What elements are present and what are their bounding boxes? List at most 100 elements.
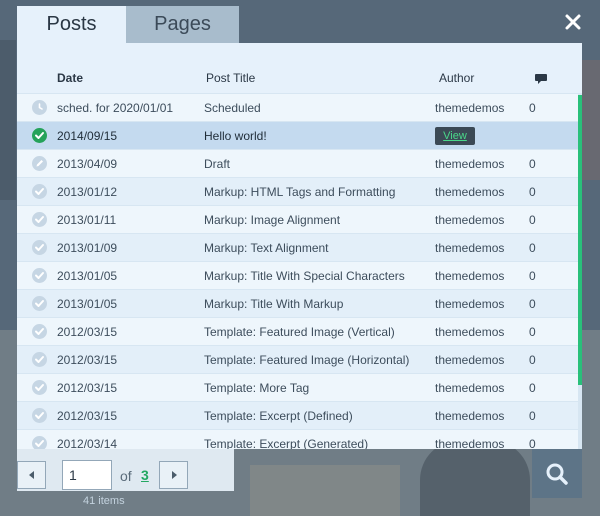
items-count: 41 items [83,495,125,507]
row-date: 2013/01/05 [57,297,118,311]
table-row[interactable]: 2012/03/15 Template: Excerpt (Defined) the… [17,401,578,429]
row-title: Draft [204,157,231,171]
row-date: 2014/09/15 [57,129,118,143]
row-title: Markup: Text Alignment [204,241,329,255]
check-icon [32,296,47,311]
row-title: Markup: HTML Tags and Formatting [204,185,396,199]
table-row[interactable]: 2013/01/05 Markup: Title With Special Cha… [17,261,578,289]
row-date: 2012/03/15 [57,325,118,339]
table-row[interactable]: 2013/04/09 Draft themedemos 0 [17,149,578,177]
row-comment-count: 0 [529,213,536,227]
row-author: themedemos [435,325,505,339]
check-icon [32,240,47,255]
table-row[interactable]: 2014/09/15 Hello world! View [17,121,578,149]
table-row[interactable]: 2013/01/05 Markup: Title With Markup theme… [17,289,578,317]
check-icon [32,324,47,339]
search-button[interactable] [532,449,582,498]
row-date: 2013/01/11 [57,213,117,227]
table-row[interactable]: 2012/03/15 Template: Featured Image (Hori… [17,345,578,373]
row-title: Template: Excerpt (Generated) [204,437,369,449]
posts-panel: Date Post Title Author sched. for 2020/0… [17,43,582,449]
row-comment-count: 0 [529,157,536,171]
table-row[interactable]: 2013/01/09 Markup: Text Alignment themedem… [17,233,578,261]
row-title: Template: Excerpt (Defined) [204,409,353,423]
pagination-bar: 1 of 3 [17,449,234,491]
row-comment-count: 0 [529,437,536,449]
row-author: themedemos [435,381,505,395]
table-row[interactable]: 2012/03/15 Template: More Tag themedemos 0 [17,373,578,401]
tab-posts-label: Posts [46,13,97,35]
speech-bubble-icon[interactable] [534,72,548,89]
column-header-author[interactable]: Author [439,71,474,85]
table-row[interactable]: 2013/01/11 Markup: Image Alignment themede… [17,205,578,233]
view-button[interactable]: View [435,127,475,145]
row-date: 2013/04/09 [57,157,118,171]
row-author: themedemos [435,185,505,199]
posts-table-body: sched. for 2020/01/01 Scheduled themedemos… [17,93,578,449]
row-title: Scheduled [204,101,261,115]
table-row[interactable]: 2012/03/15 Template: Featured Image (Vert… [17,317,578,345]
tab-bar: Posts Pages [17,6,239,43]
check-icon [32,436,47,449]
row-title: Template: Featured Image (Vertical) [204,325,395,339]
column-header-date[interactable]: Date [57,71,83,85]
pencil-icon [32,156,47,171]
row-comment-count: 0 [529,101,536,115]
row-author: themedemos [435,269,505,283]
tab-posts[interactable]: Posts [17,6,126,43]
row-comment-count: 0 [529,353,536,367]
row-title: Markup: Title With Special Characters [204,269,405,283]
row-title: Hello world! [204,129,267,143]
page-number-input[interactable]: 1 [62,460,112,490]
row-author: themedemos [435,157,505,171]
check-icon [32,352,47,367]
check-icon [32,380,47,395]
row-comment-count: 0 [529,381,536,395]
row-comment-count: 0 [529,269,536,283]
row-comment-count: 0 [529,325,536,339]
row-title: Template: More Tag [204,381,310,395]
row-comment-count: 0 [529,241,536,255]
table-row[interactable]: sched. for 2020/01/01 Scheduled themedemos… [17,93,578,121]
row-author: themedemos [435,409,505,423]
table-row[interactable]: 2013/01/12 Markup: HTML Tags and Formatti… [17,177,578,205]
column-header-title[interactable]: Post Title [206,71,255,85]
search-icon [546,463,568,485]
row-title: Markup: Title With Markup [204,297,344,311]
clock-icon [32,100,47,115]
row-title: Template: Featured Image (Horizontal) [204,353,410,367]
check-icon [32,408,47,423]
total-pages-link[interactable]: 3 [141,467,149,483]
check-icon [32,128,47,143]
table-header: Date Post Title Author [17,43,582,93]
row-comment-count: 0 [529,297,536,311]
row-date: 2012/03/14 [57,437,118,449]
row-date: 2012/03/15 [57,409,118,423]
row-date: 2012/03/15 [57,381,118,395]
caret-left-icon [28,471,34,479]
check-icon [32,212,47,227]
tab-pages-label: Pages [154,13,211,35]
row-author: themedemos [435,213,505,227]
row-date: 2013/01/05 [57,269,118,283]
row-title: Markup: Image Alignment [204,213,341,227]
row-date: sched. for 2020/01/01 [57,101,174,115]
row-author: themedemos [435,437,505,449]
row-author: themedemos [435,353,505,367]
row-date: 2013/01/09 [57,241,118,255]
table-row[interactable]: 2012/03/14 Template: Excerpt (Generated) t… [17,429,578,449]
tab-pages[interactable]: Pages [126,6,239,43]
scrollbar-thumb[interactable] [578,95,582,385]
row-author: themedemos [435,101,505,115]
check-icon [32,184,47,199]
page-of-label: of [120,468,132,484]
next-page-button[interactable] [159,461,188,489]
row-date: 2012/03/15 [57,353,118,367]
row-date: 2013/01/12 [57,185,118,199]
previous-page-button[interactable] [17,461,46,489]
row-author: themedemos [435,241,505,255]
close-icon[interactable] [562,11,584,33]
caret-right-icon [171,471,177,479]
row-comment-count: 0 [529,185,536,199]
row-author: themedemos [435,297,505,311]
